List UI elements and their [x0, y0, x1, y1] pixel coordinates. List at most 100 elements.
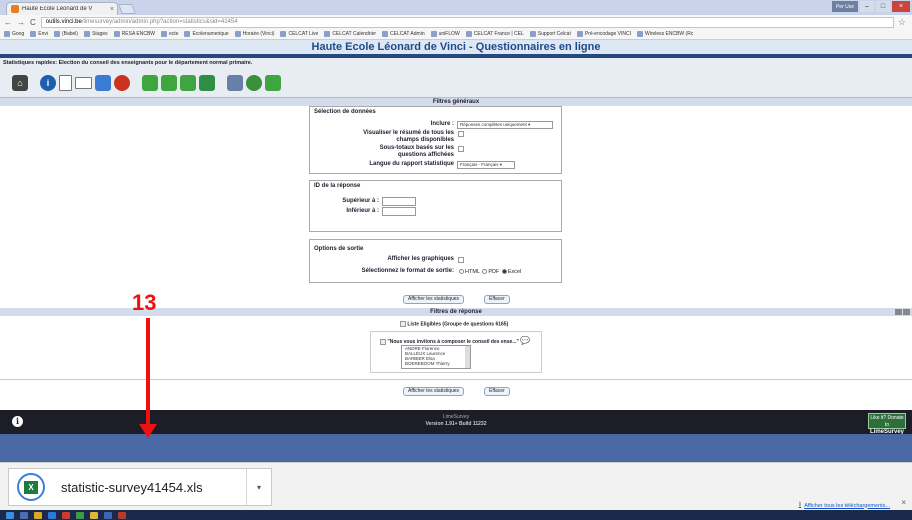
summary-label-2: champs disponibles: [396, 137, 454, 143]
bookmark-item[interactable]: RESA ENCBW: [113, 31, 155, 37]
bookmark-item[interactable]: CELCAT Admin: [382, 31, 425, 37]
reload-icon[interactable]: C: [30, 18, 36, 27]
clear-button[interactable]: Effacer: [484, 295, 510, 304]
include-label: Inclure :: [430, 121, 454, 127]
print-icon[interactable]: [227, 75, 243, 91]
bookmark-item[interactable]: CELCAT France | CEL: [465, 31, 524, 37]
stats-icon-4[interactable]: [199, 75, 215, 91]
stats-icon-5[interactable]: [265, 75, 281, 91]
bookmark-icon: [324, 31, 331, 37]
bookmark-star-icon[interactable]: ☆: [898, 17, 906, 28]
folder-icon[interactable]: [75, 77, 92, 89]
users-icon[interactable]: [246, 75, 262, 91]
show-all-downloads-text[interactable]: Afficher tous les téléchargements...: [804, 503, 890, 509]
excel-glyph: X: [24, 480, 38, 494]
expand-icon[interactable]: [903, 309, 910, 315]
subtotals-checkbox[interactable]: [458, 146, 464, 152]
graphs-label: Afficher les graphiques: [387, 256, 454, 262]
download-file-name[interactable]: statistic-survey41454.xls: [61, 480, 246, 495]
bookmark-item[interactable]: Pré-encodage VINCI: [576, 31, 631, 37]
format-radio-excel[interactable]: [501, 269, 507, 275]
pie-chart-icon[interactable]: [114, 75, 130, 91]
bookmark-item[interactable]: Horaire (Vinci): [234, 31, 274, 37]
less-than-input[interactable]: [382, 207, 416, 216]
bookmark-label: Pré-encodage VINCI: [584, 31, 631, 37]
taskbar-app-icon[interactable]: [20, 511, 28, 519]
maximize-button[interactable]: □: [876, 1, 890, 12]
bookmark-label: CELCAT Calendrier: [332, 31, 377, 37]
show-statistics-button[interactable]: Afficher les statistiques: [403, 295, 465, 304]
donate-badge[interactable]: Like it? Donate to LimeSurvey: [868, 413, 906, 435]
forward-arrow-icon[interactable]: →: [17, 18, 25, 27]
taskbar-app-icon[interactable]: [62, 511, 70, 519]
footer-brand: LimeSurvey: [442, 414, 470, 420]
export-icon[interactable]: [95, 75, 111, 91]
divider: [0, 379, 912, 380]
collapse-icon[interactable]: [895, 309, 902, 315]
include-select[interactable]: Réponses complètes uniquement ▾: [457, 121, 553, 129]
info-icon[interactable]: i: [40, 75, 56, 91]
home-icon[interactable]: ⌂: [12, 75, 28, 91]
listbox-scrollbar[interactable]: [465, 346, 470, 368]
taskbar-app-icon[interactable]: [48, 511, 56, 519]
taskbar-app-icon[interactable]: [118, 511, 126, 519]
taskbar-app-icon[interactable]: [34, 511, 42, 519]
summary-label-1: Visualiser le résumé de tous les: [363, 130, 454, 136]
bookmark-item[interactable]: Ecolenumerique: [184, 31, 229, 37]
format-radio-pdf[interactable]: [482, 269, 488, 275]
new-tab-button[interactable]: [118, 4, 136, 14]
summary-checkbox[interactable]: [458, 131, 464, 137]
bookmark-icon: [382, 31, 389, 37]
donate-line-1: Like it? Donate to: [870, 415, 904, 428]
bookmark-label: CELCAT Live: [288, 31, 319, 37]
format-pdf-label: PDF: [488, 269, 500, 275]
greater-than-input[interactable]: [382, 197, 416, 206]
start-icon[interactable]: [6, 511, 14, 519]
bookmark-item[interactable]: CELCAT Calendrier: [324, 31, 376, 37]
speech-bubble-icon[interactable]: 💬: [520, 336, 530, 345]
stats-icon-1[interactable]: [142, 75, 158, 91]
show-statistics-button-bottom[interactable]: Afficher les statistiques: [403, 387, 465, 396]
stats-icon-2[interactable]: [161, 75, 177, 91]
site-favicon-icon: [11, 5, 19, 13]
bookmark-icon: [84, 31, 91, 37]
bookmark-item[interactable]: CELCAT Live: [280, 31, 318, 37]
format-radio-html[interactable]: [459, 269, 464, 275]
format-excel-label: Excel: [507, 269, 522, 275]
bookmark-item[interactable]: (Babel): [53, 31, 78, 37]
group-label: Liste Eligibles (Groupe de questions 616…: [407, 321, 509, 328]
bookmark-label: Stages: [92, 31, 108, 37]
bookmark-item[interactable]: ecte: [161, 31, 178, 37]
stats-icon-3[interactable]: [180, 75, 196, 91]
download-menu-caret-icon[interactable]: ▾: [247, 483, 271, 492]
group-checkbox[interactable]: [400, 321, 406, 327]
close-window-button[interactable]: ×: [892, 1, 910, 12]
language-select[interactable]: Français - Français ▾: [457, 161, 515, 169]
taskbar-app-icon[interactable]: [90, 511, 98, 519]
download-item[interactable]: X statistic-survey41454.xls ▾: [8, 468, 272, 506]
taskbar-app-icon[interactable]: [104, 511, 112, 519]
question-checkbox[interactable]: [380, 338, 386, 345]
bookmark-item[interactable]: Stages: [84, 31, 108, 37]
bookmark-item[interactable]: Envi: [30, 31, 48, 37]
document-icon[interactable]: [59, 75, 72, 91]
url-host: outils.vinci.be: [45, 18, 82, 25]
graphs-checkbox[interactable]: [458, 257, 464, 263]
minimize-button[interactable]: –: [860, 1, 874, 12]
browser-tab[interactable]: Haute Ecole Léonard de V ×: [6, 2, 118, 15]
download-bar-close-icon[interactable]: ×: [901, 498, 906, 507]
candidate-option[interactable]: BOEREBOOM Thierry: [405, 361, 470, 366]
bookmark-icon: [30, 31, 37, 37]
bookmark-item[interactable]: Wireless ENCBW (Rc: [636, 31, 693, 37]
candidates-listbox[interactable]: ANDRE Florence BALLEUX Laurence BARBIER …: [401, 345, 471, 369]
taskbar-app-icon[interactable]: [76, 511, 84, 519]
bookmark-item[interactable]: Goog: [4, 31, 24, 37]
address-bar[interactable]: outils.vinci.be/limesurvey/admin/admin.p…: [40, 16, 894, 28]
bookmark-item[interactable]: uniFLOW: [430, 31, 460, 37]
format-radio-group: HTML PDF Excel: [458, 269, 521, 275]
tab-close-icon[interactable]: ×: [110, 6, 117, 13]
bookmark-item[interactable]: Support Celcat: [529, 31, 571, 37]
profile-button[interactable]: Per Use: [832, 1, 858, 12]
clear-button-bottom[interactable]: Effacer: [484, 387, 510, 396]
back-arrow-icon[interactable]: ←: [4, 18, 12, 27]
